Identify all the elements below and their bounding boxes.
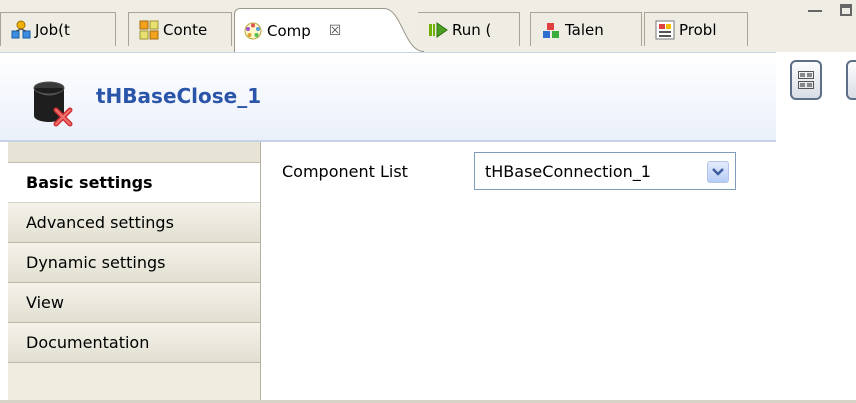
tab-label: Probl (679, 20, 717, 39)
nav-item-dynamic-settings[interactable]: Dynamic settings (8, 243, 260, 283)
chevron-down-icon[interactable] (707, 161, 729, 183)
minimize-icon[interactable] (808, 10, 822, 20)
settings-nav: Basic settings Advanced settings Dynamic… (8, 142, 261, 403)
nav-item-advanced-settings[interactable]: Advanced settings (8, 203, 260, 243)
hbase-close-icon (30, 78, 76, 130)
component-list-label: Component List (282, 162, 408, 181)
component-list-select[interactable]: tHBaseConnection_1 (474, 152, 736, 190)
problems-icon (655, 20, 675, 40)
view-tab-strip: Job(t Conte Comp ☒ Run (Talen Probl (0, 0, 856, 52)
window-controls (808, 4, 852, 20)
nav-item-label: Dynamic settings (26, 253, 166, 272)
nav-item-basic-settings[interactable]: Basic settings (8, 163, 260, 203)
tab-component[interactable]: Comp ☒ (234, 8, 386, 52)
nav-item-label: Advanced settings (26, 213, 174, 232)
nav-item-view[interactable]: View (8, 283, 260, 323)
tab-label: Conte (163, 20, 208, 39)
nav-item-label: Basic settings (26, 173, 153, 192)
nav-item-label: Documentation (26, 333, 150, 352)
tab-label: Comp (267, 21, 311, 40)
tab-contexts[interactable]: Conte (128, 12, 232, 46)
run-icon (428, 20, 448, 40)
tab-label: Talen (565, 20, 604, 39)
nav-item-label: View (26, 293, 64, 312)
tab-label: Job(t (35, 20, 70, 39)
tab-run[interactable]: Run ( (418, 12, 520, 46)
component-icon (243, 21, 263, 41)
layout-toggle-button[interactable] (790, 60, 822, 100)
close-tab-icon[interactable]: ☒ (329, 23, 342, 39)
grid-layout-icon (798, 71, 814, 89)
component-title: tHBaseClose_1 (96, 84, 262, 108)
tab-talend[interactable]: Talen (530, 12, 642, 46)
job-icon (11, 20, 31, 40)
maximize-icon[interactable] (840, 4, 852, 16)
nav-top-spacer (8, 142, 260, 163)
nav-item-documentation[interactable]: Documentation (8, 323, 260, 363)
contexts-icon (139, 20, 159, 40)
talend-icon (541, 20, 561, 40)
tab-label: Run ( (452, 20, 492, 39)
component-list-value: tHBaseConnection_1 (485, 161, 651, 181)
header-second-button[interactable] (846, 60, 856, 100)
tab-problems[interactable]: Probl (644, 12, 748, 46)
tab-job[interactable]: Job(t (0, 12, 116, 46)
